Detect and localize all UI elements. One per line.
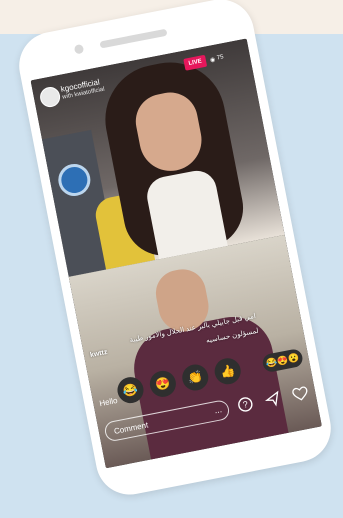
eye-icon: ◉ [209,56,216,64]
emoji-love-button[interactable]: 😍 [147,368,179,400]
heart-icon[interactable] [290,383,311,404]
svg-text:?: ? [242,399,249,410]
comment-placeholder: Comment [113,419,149,436]
send-icon[interactable] [262,389,283,410]
speaker-grille [99,28,168,49]
question-icon[interactable]: ? [235,394,256,415]
avatar[interactable] [38,85,62,109]
emoji-thumbsup-button[interactable]: 👍 [212,355,243,387]
typed-text: Hello [98,395,119,409]
more-options-icon[interactable]: ... [213,404,222,415]
live-video-guest: امي قبل جابيلي بالبر عند الحلال والامور … [68,234,322,469]
emoji-clap-button[interactable]: 👏 [180,362,211,393]
camera-icon [73,43,85,55]
viewer-count-text: 75 [216,54,225,62]
live-badge: LIVE [183,54,208,71]
emoji-laugh-button[interactable]: 😂 [115,374,146,406]
viewer-count: ◉ 75 [209,51,225,65]
